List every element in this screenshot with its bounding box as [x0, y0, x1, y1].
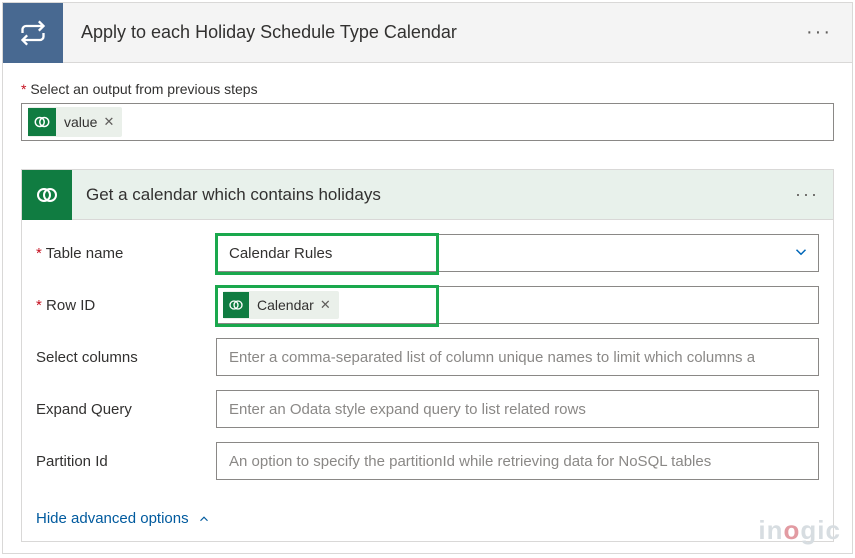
- advanced-options-text: Hide advanced options: [36, 510, 189, 527]
- get-row-title: Get a calendar which contains holidays: [72, 185, 781, 205]
- output-label-text: Select an output from previous steps: [30, 81, 257, 97]
- param-row-table-name: * Table name Calendar Rules: [36, 234, 819, 272]
- get-row-header[interactable]: Get a calendar which contains holidays ·…: [22, 170, 833, 220]
- dataverse-icon: [28, 108, 56, 136]
- row-id-token[interactable]: Calendar ✕: [223, 291, 339, 319]
- param-row-expand-query: Expand Query Enter an Odata style expand…: [36, 390, 819, 428]
- dataverse-icon: [223, 292, 249, 318]
- expand-query-placeholder: Enter an Odata style expand query to lis…: [217, 401, 586, 418]
- partition-id-label: Partition Id: [36, 453, 216, 470]
- row-id-token-label: Calendar: [257, 297, 314, 313]
- row-id-input[interactable]: Calendar ✕: [216, 286, 819, 324]
- remove-token-icon[interactable]: ✕: [320, 297, 331, 313]
- table-name-value: Calendar Rules: [217, 245, 784, 262]
- apply-to-each-header[interactable]: Apply to each Holiday Schedule Type Cale…: [3, 3, 852, 63]
- chevron-down-icon[interactable]: [784, 243, 818, 264]
- expand-query-input[interactable]: Enter an Odata style expand query to lis…: [216, 390, 819, 428]
- param-row-partition-id: Partition Id An option to specify the pa…: [36, 442, 819, 480]
- expand-query-label: Expand Query: [36, 401, 216, 418]
- loop-icon: [3, 3, 63, 63]
- hide-advanced-options-link[interactable]: Hide advanced options: [22, 500, 225, 541]
- output-token[interactable]: value ✕: [28, 107, 122, 137]
- table-name-label: * Table name: [36, 245, 216, 262]
- param-row-row-id: * Row ID Calendar ✕: [36, 286, 819, 324]
- select-columns-input[interactable]: Enter a comma-separated list of column u…: [216, 338, 819, 376]
- output-token-label: value: [64, 114, 97, 130]
- output-section: * Select an output from previous steps v…: [3, 63, 852, 151]
- get-row-action-card: Get a calendar which contains holidays ·…: [21, 169, 834, 542]
- remove-token-icon[interactable]: ✕: [103, 114, 114, 130]
- select-columns-placeholder: Enter a comma-separated list of column u…: [217, 349, 755, 366]
- select-columns-label: Select columns: [36, 349, 216, 366]
- param-row-select-columns: Select columns Enter a comma-separated l…: [36, 338, 819, 376]
- required-star: *: [36, 245, 42, 262]
- output-input[interactable]: value ✕: [21, 103, 834, 141]
- output-label: * Select an output from previous steps: [21, 81, 834, 97]
- row-id-label: * Row ID: [36, 297, 216, 314]
- chevron-up-icon: [197, 512, 211, 526]
- partition-id-placeholder: An option to specify the partitionId whi…: [217, 453, 711, 470]
- dataverse-icon: [22, 170, 72, 220]
- apply-to-each-title: Apply to each Holiday Schedule Type Cale…: [63, 22, 786, 43]
- required-star: *: [21, 81, 26, 97]
- partition-id-input[interactable]: An option to specify the partitionId whi…: [216, 442, 819, 480]
- table-name-select[interactable]: Calendar Rules: [216, 234, 819, 272]
- more-button[interactable]: ···: [786, 3, 852, 63]
- apply-to-each-card: Apply to each Holiday Schedule Type Cale…: [2, 2, 853, 554]
- more-button[interactable]: ···: [781, 170, 833, 220]
- required-star: *: [36, 297, 42, 314]
